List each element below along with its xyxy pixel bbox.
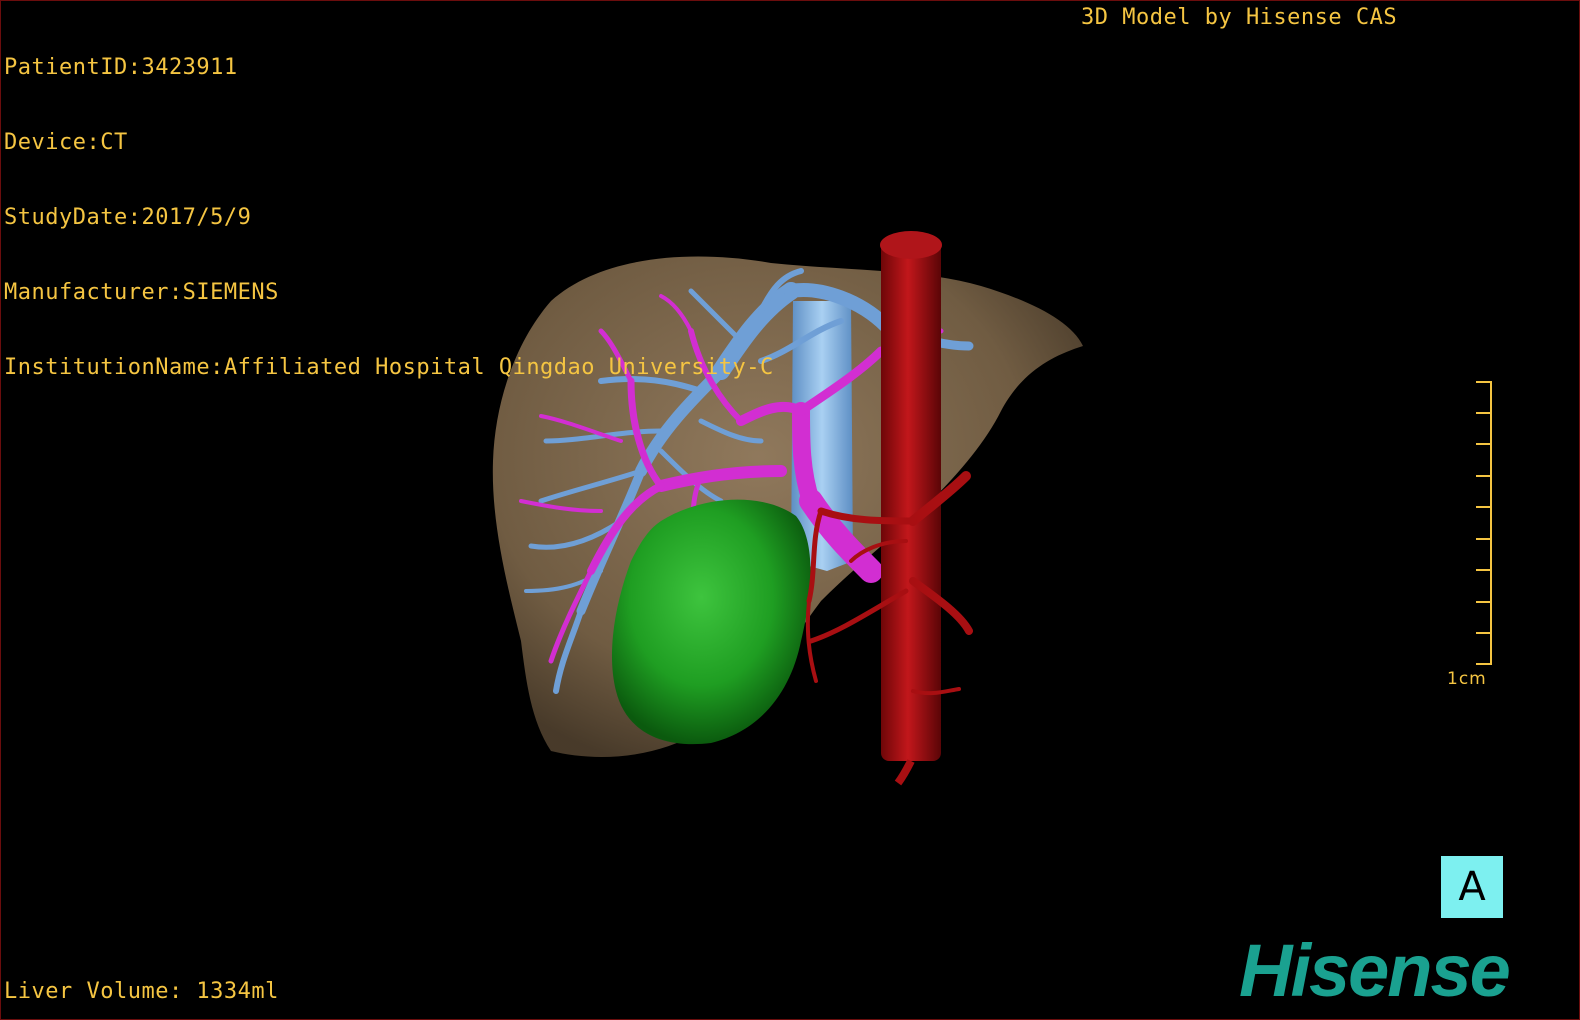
study-info-overlay: PatientID:3423911 Device:CT StudyDate:20… <box>4 5 774 430</box>
liver-volume-text: Liver Volume: 1334ml <box>4 979 279 1004</box>
patient-id-text: PatientID:3423911 <box>4 55 238 80</box>
hisense-logo: Hisense <box>1239 929 1511 1012</box>
institution-text: InstitutionName:Affiliated Hospital Qing… <box>4 355 774 380</box>
study-date-text: StudyDate:2017/5/9 <box>4 205 252 230</box>
aorta-tail <box>894 759 915 786</box>
manufacturer-text: Manufacturer:SIEMENS <box>4 280 279 305</box>
device-text: Device:CT <box>4 130 128 155</box>
model-title: 3D Model by Hisense CAS <box>1081 5 1398 30</box>
3d-viewport[interactable]: PatientID:3423911 Device:CT StudyDate:20… <box>0 0 1580 1020</box>
scale-bar-label: 1cm <box>1447 669 1487 689</box>
scale-bar <box>1476 381 1492 665</box>
orientation-marker[interactable]: A <box>1441 856 1503 918</box>
aorta-top <box>880 231 942 259</box>
